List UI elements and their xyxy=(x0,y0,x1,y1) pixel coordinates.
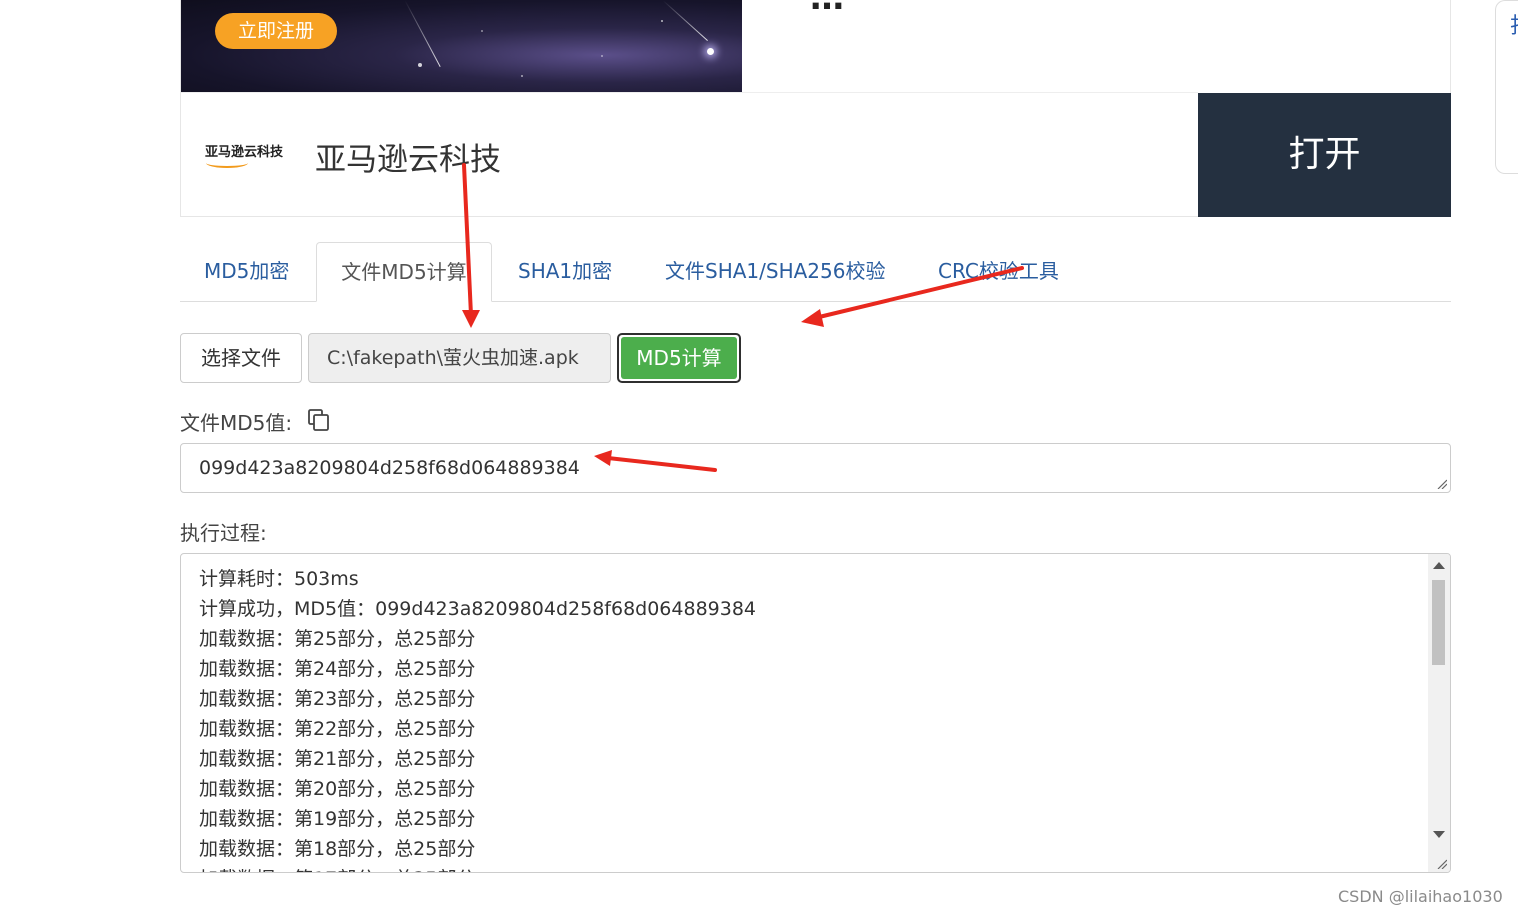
log-textarea[interactable]: 计算耗时：503ms 计算成功，MD5值：099d423a8209804d258… xyxy=(180,553,1451,873)
md5-calc-button-label: MD5计算 xyxy=(621,337,737,379)
tab-file-md5[interactable]: 文件MD5计算 xyxy=(316,242,492,302)
md5-calc-button[interactable]: MD5计算 xyxy=(617,333,741,383)
log-line: 加载数据：第19部分，总25部分 xyxy=(199,808,476,830)
watermark: CSDN @lilaihao1030 xyxy=(1338,887,1503,906)
tab-sha1-encrypt[interactable]: SHA1加密 xyxy=(518,242,612,301)
log-line: 计算成功，MD5值：099d423a8209804d258f68d0648893… xyxy=(199,598,757,620)
ad-open-button[interactable]: 打开 xyxy=(1198,93,1451,217)
log-line: 计算耗时：503ms xyxy=(199,568,359,590)
file-path-input[interactable]: C:\fakepath\萤火虫加速.apk xyxy=(308,333,611,383)
log-line: 加载数据：第17部分，总25部分 xyxy=(199,864,756,872)
log-line: 加载数据：第22部分，总25部分 xyxy=(199,718,476,740)
log-line: 加载数据：第21部分，总25部分 xyxy=(199,748,476,770)
log-scrollbar[interactable] xyxy=(1428,554,1450,872)
log-line: 加载数据：第18部分，总25部分 xyxy=(199,838,476,860)
side-float-label[interactable]: 扫 xyxy=(1510,8,1518,40)
tab-file-sha-check[interactable]: 文件SHA1/SHA256校验 xyxy=(665,242,885,301)
log-lines: 计算耗时：503ms 计算成功，MD5值：099d423a8209804d258… xyxy=(199,564,757,872)
ad-logo-smile-icon xyxy=(206,158,248,168)
log-line: 加载数据：第24部分，总25部分 xyxy=(199,658,476,680)
arrow-head-2 xyxy=(801,309,824,327)
log-line: 加载数据：第25部分，总25部分 xyxy=(199,628,476,650)
tab-crc-tool[interactable]: CRC校验工具 xyxy=(938,242,1059,301)
ad-divider xyxy=(181,92,1198,93)
md5-result-field[interactable]: 099d423a8209804d258f68d064889384 xyxy=(180,443,1451,493)
log-resize-grip-icon[interactable] xyxy=(1437,859,1447,869)
resize-grip-icon[interactable] xyxy=(1437,479,1447,489)
log-line: 加载数据：第20部分，总25部分 xyxy=(199,778,476,800)
ad-heading-fragment: … xyxy=(810,0,844,18)
arrow-head-1 xyxy=(462,310,480,328)
log-label: 执行过程: xyxy=(180,521,267,545)
scroll-up-icon[interactable] xyxy=(1433,562,1445,569)
md5-result-label: 文件MD5值: xyxy=(180,411,293,435)
tab-md5-encrypt[interactable]: MD5加密 xyxy=(204,242,289,301)
copy-icon[interactable] xyxy=(308,409,330,431)
register-button[interactable]: 立即注册 xyxy=(215,13,337,49)
md5-result-value: 099d423a8209804d258f68d064889384 xyxy=(199,457,580,479)
scroll-thumb[interactable] xyxy=(1432,580,1445,665)
log-line: 加载数据：第23部分，总25部分 xyxy=(199,688,476,710)
ad-company-name: 亚马逊云科技 xyxy=(315,142,501,178)
choose-file-button[interactable]: 选择文件 xyxy=(180,333,302,383)
scroll-down-icon[interactable] xyxy=(1433,831,1445,838)
